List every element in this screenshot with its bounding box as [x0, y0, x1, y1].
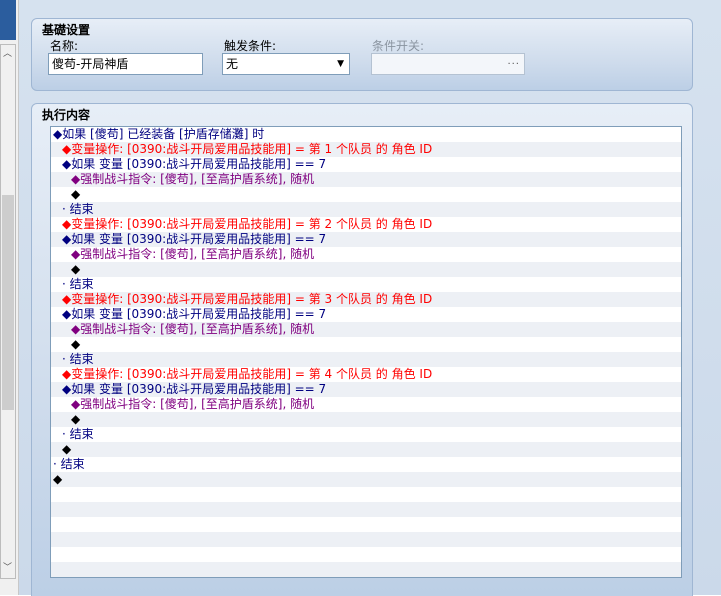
command-row[interactable]: ◆如果 变量 [0390:战斗开局爱用品技能用] == 7: [51, 307, 681, 322]
command-row[interactable]: [51, 532, 681, 547]
command-row[interactable]: ◆如果 变量 [0390:战斗开局爱用品技能用] == 7: [51, 382, 681, 397]
left-selection-highlight: [0, 0, 16, 40]
trigger-label: 触发条件:: [224, 39, 277, 53]
left-panel: ︿ ﹀: [0, 0, 19, 595]
execution-title: 执行内容: [42, 108, 91, 122]
command-row[interactable]: · 结束: [51, 352, 681, 367]
switch-label: 条件开关:: [372, 39, 425, 53]
command-row[interactable]: ◆如果 变量 [0390:战斗开局爱用品技能用] == 7: [51, 232, 681, 247]
command-row[interactable]: · 结束: [51, 427, 681, 442]
name-field-value: 傻苟-开局神盾: [52, 57, 129, 71]
command-row[interactable]: ◆: [51, 442, 681, 457]
command-row[interactable]: ◆强制战斗指令: [傻苟], [至高护盾系统], 随机: [51, 397, 681, 412]
command-row[interactable]: · 结束: [51, 277, 681, 292]
trigger-select-value: 无: [226, 57, 239, 71]
command-row[interactable]: [51, 562, 681, 577]
command-row[interactable]: ◆变量操作: [0390:战斗开局爱用品技能用] = 第 1 个队员 的 角色 …: [51, 142, 681, 157]
command-row[interactable]: ◆强制战斗指令: [傻苟], [至高护盾系统], 随机: [51, 247, 681, 262]
command-list[interactable]: ◆如果 [傻苟] 已经装备 [护盾存储灘] 时 ◆变量操作: [0390:战斗开局…: [50, 126, 682, 578]
chevron-down-icon: ▼: [337, 59, 344, 69]
command-row[interactable]: ◆: [51, 472, 681, 487]
scroll-up-icon[interactable]: ︿: [3, 49, 12, 59]
command-row[interactable]: ◆: [51, 412, 681, 427]
left-scrollbar[interactable]: ︿ ﹀: [0, 44, 16, 579]
command-row[interactable]: ◆: [51, 337, 681, 352]
command-row[interactable]: ◆变量操作: [0390:战斗开局爱用品技能用] = 第 4 个队员 的 角色 …: [51, 367, 681, 382]
command-row[interactable]: [51, 547, 681, 562]
name-label: 名称:: [50, 39, 79, 53]
command-row[interactable]: ◆强制战斗指令: [傻苟], [至高护盾系统], 随机: [51, 322, 681, 337]
command-row[interactable]: · 结束: [51, 202, 681, 217]
command-row[interactable]: ◆如果 [傻苟] 已经装备 [护盾存储灘] 时: [51, 127, 681, 142]
command-row[interactable]: · 结束: [51, 457, 681, 472]
left-scrollbar-thumb[interactable]: [2, 195, 14, 410]
command-row[interactable]: [51, 487, 681, 502]
basic-settings-title: 基礎设置: [42, 23, 91, 37]
command-row[interactable]: ◆: [51, 262, 681, 277]
name-field[interactable]: 傻苟-开局神盾: [48, 53, 203, 75]
command-row[interactable]: [51, 502, 681, 517]
command-row[interactable]: ◆: [51, 187, 681, 202]
command-row[interactable]: ◆如果 变量 [0390:战斗开局爱用品技能用] == 7: [51, 157, 681, 172]
trigger-select[interactable]: 无 ▼: [222, 53, 350, 75]
command-row[interactable]: [51, 517, 681, 532]
switch-field: ...: [371, 53, 525, 75]
scroll-down-icon[interactable]: ﹀: [3, 563, 12, 573]
command-row[interactable]: ◆变量操作: [0390:战斗开局爱用品技能用] = 第 3 个队员 的 角色 …: [51, 292, 681, 307]
command-row[interactable]: ◆变量操作: [0390:战斗开局爱用品技能用] = 第 2 个队员 的 角色 …: [51, 217, 681, 232]
switch-browse-button: ...: [507, 56, 520, 67]
command-row[interactable]: ◆强制战斗指令: [傻苟], [至高护盾系统], 随机: [51, 172, 681, 187]
